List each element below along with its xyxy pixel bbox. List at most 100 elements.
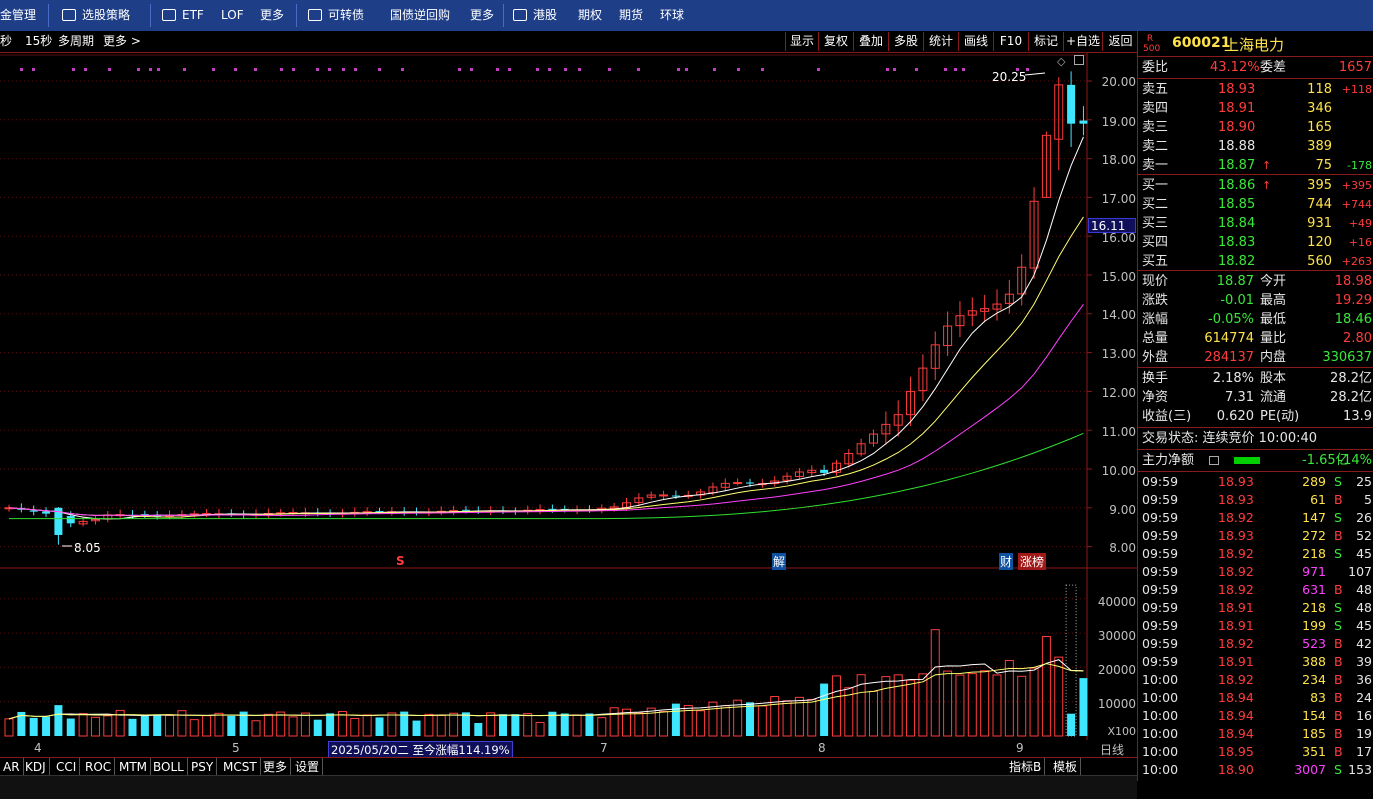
volume-bar-up	[967, 673, 977, 737]
candle-body-up	[733, 482, 743, 485]
tab-cci[interactable]: CCI	[53, 758, 81, 776]
signal-dot	[212, 68, 215, 71]
tick-price: 18.92	[1218, 672, 1254, 687]
candle-body-down	[1079, 120, 1088, 124]
nav-stock-strategy[interactable]: 选股策略	[62, 0, 130, 31]
nav-global[interactable]: 环球	[660, 0, 684, 31]
list-icon[interactable]	[1209, 456, 1219, 465]
nav-hk-stock[interactable]: 港股	[513, 0, 557, 31]
ask-volume: 346	[1307, 101, 1332, 116]
volume-bar-down	[42, 716, 51, 736]
overlay-button[interactable]: 叠加	[853, 32, 888, 51]
volume-bar-down	[1079, 678, 1088, 736]
bid-row[interactable]: 买四 18.83 120 +16	[1142, 233, 1372, 252]
tab-kdj[interactable]: KDJ	[22, 758, 50, 776]
period-daily-label[interactable]: 日线	[1100, 741, 1124, 758]
bid-row[interactable]: 买五 18.82 560 +263	[1142, 252, 1372, 271]
event-marker-top-gainers[interactable]: 涨榜	[1018, 553, 1047, 570]
ask-row[interactable]: 卖一 18.87 ↑ 75 -178	[1142, 156, 1372, 175]
period-second[interactable]: 秒	[0, 31, 12, 52]
stat-label: 量比	[1260, 331, 1287, 346]
tab-roc[interactable]: ROC	[82, 758, 116, 776]
stat-value: -0.05%	[1208, 312, 1254, 327]
nav-reverse-repo[interactable]: 国债逆回购	[390, 0, 450, 31]
ask-row[interactable]: 卖五 18.93 118 +118	[1142, 80, 1372, 99]
volume-bar-down	[128, 718, 137, 736]
stat-value: 28.2亿	[1330, 390, 1372, 405]
bid-row[interactable]: 买三 18.84 931 +49	[1142, 214, 1372, 233]
tab-mcst[interactable]: MCST	[220, 758, 261, 776]
mark-button[interactable]: 标记	[1028, 32, 1063, 51]
ask-row[interactable]: 卖三 18.90 165	[1142, 118, 1372, 137]
nav-convertible-bond[interactable]: 可转债	[308, 0, 364, 31]
volume-bar-up	[572, 714, 582, 737]
volume-bar-down	[499, 714, 507, 736]
kline-chart[interactable]	[0, 53, 1137, 740]
f10-button[interactable]: F10	[993, 32, 1028, 51]
tick-time: 10:00	[1142, 690, 1179, 705]
nav-more-1[interactable]: 更多	[260, 0, 284, 31]
tick-row: 09:59 18.92 523 B 42	[1142, 635, 1372, 653]
ask-label: 卖一	[1142, 158, 1169, 173]
volume-bar-up	[424, 713, 434, 737]
bid-change: +263	[1341, 255, 1372, 268]
stat-value: 0.620	[1216, 409, 1254, 424]
high-price-marker: 20.25	[992, 70, 1027, 84]
back-button[interactable]: 返回	[1102, 32, 1138, 51]
stat-row: 总量 614774 量比 2.80	[1142, 329, 1372, 348]
indicator-b-button[interactable]: 指标B	[1006, 758, 1046, 776]
stats-button[interactable]: 统计	[923, 32, 958, 51]
adjust-button[interactable]: 复权	[818, 32, 853, 51]
signal-dot	[496, 68, 499, 71]
event-marker-s[interactable]: S	[396, 554, 405, 568]
period-15s[interactable]: 15秒	[25, 31, 52, 52]
volume-bar-up	[449, 712, 459, 737]
nav-futures[interactable]: 期货	[619, 0, 643, 31]
stat-label: 今开	[1260, 274, 1287, 289]
draw-line-button[interactable]: 画线	[958, 32, 993, 51]
nav-options[interactable]: 期权	[578, 0, 602, 31]
template-button[interactable]: 模板	[1050, 758, 1082, 776]
window-toggle-icon[interactable]	[1074, 55, 1084, 65]
nav-etf[interactable]: ETF	[162, 0, 204, 31]
main-flow-pct: -14%	[1338, 453, 1372, 468]
ask-row[interactable]: 卖四 18.91 346	[1142, 99, 1372, 118]
candle-body-down	[29, 510, 38, 512]
tab-settings[interactable]: 设置	[292, 758, 324, 776]
event-marker-finance[interactable]: 财	[999, 553, 1014, 570]
tab-boll[interactable]: BOLL	[150, 758, 188, 776]
add-watchlist-button[interactable]: +自选	[1063, 32, 1102, 51]
signal-dot	[108, 68, 111, 71]
ask-row[interactable]: 卖二 18.88 389	[1142, 137, 1372, 156]
multi-stock-button[interactable]: 多股	[888, 32, 923, 51]
nav-more-2[interactable]: 更多	[470, 0, 494, 31]
bid-label: 买二	[1142, 197, 1169, 212]
signal-dot	[401, 68, 404, 71]
period-multi[interactable]: 多周期	[58, 31, 94, 52]
volume-bar-up	[263, 713, 273, 737]
tab-ar[interactable]: AR	[0, 758, 24, 776]
candle-body-down	[42, 511, 51, 514]
volume-bar-up	[214, 712, 224, 737]
diamond-icon[interactable]: ◇	[1057, 55, 1065, 68]
tick-count: 24	[1356, 690, 1372, 705]
signal-dot	[354, 68, 357, 71]
bid-row[interactable]: 买一 18.86 ↑ 395 +395	[1142, 176, 1372, 195]
signal-dot	[761, 68, 764, 71]
signal-dot	[280, 68, 283, 71]
nav-lof[interactable]: LOF	[221, 0, 244, 31]
tick-volume: 388	[1302, 654, 1326, 669]
tick-count: 52	[1356, 528, 1372, 543]
stat-value: 2.80	[1343, 331, 1372, 346]
volume-bar-up	[930, 629, 940, 737]
event-marker-unlock[interactable]: 解	[772, 553, 787, 570]
tab-psy[interactable]: PSY	[188, 758, 218, 776]
tab-mtm[interactable]: MTM	[116, 758, 152, 776]
display-button[interactable]: 显示	[785, 32, 818, 51]
bid-price: 18.85	[1218, 197, 1256, 212]
bid-row[interactable]: 买二 18.85 744 +744	[1142, 195, 1372, 214]
nav-fund-manage[interactable]: 金管理	[0, 0, 36, 31]
x-axis-label: 4	[34, 741, 42, 755]
period-more[interactable]: 更多 >	[103, 31, 141, 52]
tab-more[interactable]: 更多	[260, 758, 292, 776]
